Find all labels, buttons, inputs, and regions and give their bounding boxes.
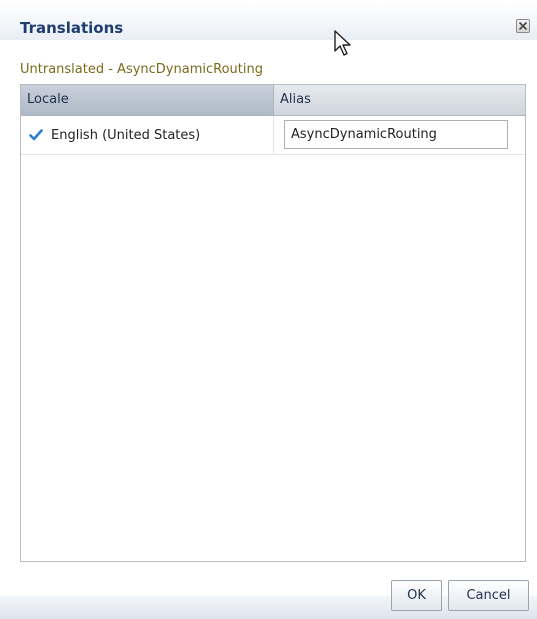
alias-input[interactable] [284, 120, 508, 149]
close-icon [518, 21, 528, 31]
column-header-locale[interactable]: Locale [21, 85, 274, 115]
ok-button[interactable]: OK [391, 580, 442, 611]
dialog-title: Translations [20, 19, 124, 37]
dialog-subtitle: Untranslated - AsyncDynamicRouting [20, 62, 263, 77]
locale-label: English (United States) [51, 127, 201, 143]
translations-table: Locale Alias English (United States) [20, 84, 526, 562]
mouse-pointer-icon [334, 30, 351, 56]
table-header: Locale Alias [21, 85, 525, 116]
close-button[interactable] [516, 19, 530, 33]
checkmark-icon [29, 129, 43, 141]
table-row[interactable]: English (United States) [21, 116, 525, 155]
locale-cell: English (United States) [21, 116, 274, 154]
dialog-titlebar: Translations [0, 0, 537, 40]
column-header-alias[interactable]: Alias [274, 85, 525, 115]
cancel-button[interactable]: Cancel [448, 580, 529, 611]
translations-dialog: Translations Untranslated - AsyncDynamic… [0, 0, 537, 619]
